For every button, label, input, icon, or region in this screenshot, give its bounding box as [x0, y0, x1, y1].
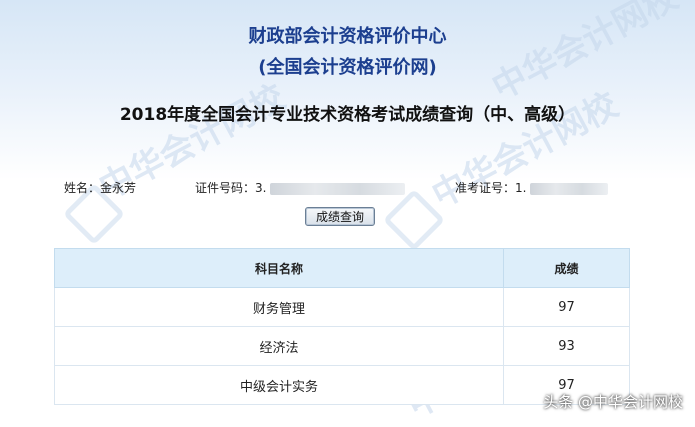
score-cell: 97	[503, 287, 630, 327]
footer-watermark: 头条 @中华会计网校	[543, 393, 683, 411]
column-header-score: 成绩	[503, 248, 630, 288]
ticket-value-prefix: 1.	[515, 181, 527, 195]
org-name: 财政部会计资格评价中心	[248, 26, 447, 47]
name-label: 姓名：	[64, 181, 101, 195]
id-redacted-blur	[270, 182, 406, 195]
table-header-row: 科目名称 成绩	[54, 248, 630, 288]
subject-cell: 中级会计实务	[54, 365, 504, 405]
name-value: 金永芳	[100, 181, 137, 195]
ticket-redacted-blur	[530, 182, 609, 195]
org-site: (全国会计资格评价网)	[258, 57, 437, 78]
column-header-subject: 科目名称	[54, 248, 504, 288]
table-row: 财务管理 97	[54, 287, 630, 327]
id-value-prefix: 3.	[255, 181, 267, 195]
score-cell: 93	[503, 326, 630, 366]
subject-cell: 经济法	[54, 326, 504, 366]
query-scores-button[interactable]: 成绩查询	[305, 207, 375, 226]
ticket-number: 准考证号：1.	[455, 179, 609, 196]
candidate-name: 姓名：金永芳	[64, 179, 136, 196]
candidate-id: 证件号码：3.	[195, 179, 406, 196]
subject-cell: 财务管理	[54, 287, 504, 327]
scores-table: 科目名称 成绩 财务管理 97 经济法 93 中级会计实务 97	[54, 248, 630, 405]
id-label: 证件号码：	[195, 181, 256, 195]
page-title: 2018年度全国会计专业技术资格考试成绩查询（中、高级）	[119, 105, 576, 125]
table-row: 经济法 93	[54, 326, 630, 366]
ticket-label: 准考证号：	[455, 181, 516, 195]
